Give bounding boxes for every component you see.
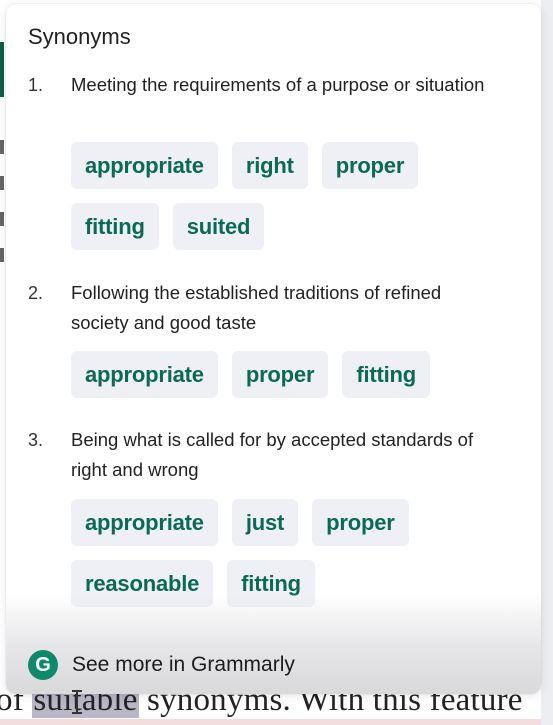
synonym-chip[interactable]: proper [231, 351, 329, 398]
sense-number: 2. [28, 283, 44, 303]
synonym-chip[interactable]: fitting [342, 351, 430, 398]
synonym-chip[interactable]: fitting [71, 203, 159, 250]
text-cursor-icon [72, 690, 82, 714]
synonym-chip[interactable]: appropriate [71, 351, 218, 398]
synonym-chip[interactable]: proper [321, 142, 419, 189]
sense-definition: Meeting the requirements of a purpose or… [71, 74, 485, 95]
synonym-chip[interactable]: suited [172, 203, 265, 250]
sense-number: 1. [28, 75, 44, 95]
side-panel-edge [541, 0, 553, 725]
synonym-chips: appropriate just proper reasonable fitti… [71, 499, 511, 607]
synonyms-popover: Synonyms 1. Meeting the requirements of … [6, 4, 541, 694]
document-bottom-band [0, 719, 553, 725]
synonym-chip[interactable]: proper [312, 499, 409, 546]
popover-title: Synonyms [28, 24, 131, 49]
synonym-chip[interactable]: right [231, 142, 308, 189]
sense-definition: Following the established traditions of … [71, 282, 442, 333]
document-left-accent [0, 42, 4, 97]
synonym-chip[interactable]: just [231, 499, 299, 546]
synonym-chip[interactable]: appropriate [71, 499, 218, 546]
synonym-chips: appropriate right proper fitting suited [71, 142, 511, 250]
synonym-chip[interactable]: appropriate [71, 142, 218, 189]
sense-definition: Being what is called for by accepted sta… [71, 429, 474, 480]
grammarly-logo-icon: G [28, 650, 58, 680]
synonym-chips: appropriate proper fitting [71, 351, 511, 398]
screen: t er in of suitable synonyms. With this … [0, 0, 553, 725]
sense-number: 3. [28, 430, 44, 450]
see-more-in-grammarly-link[interactable]: G See more in Grammarly [28, 650, 295, 680]
see-more-label: See more in Grammarly [72, 653, 295, 676]
